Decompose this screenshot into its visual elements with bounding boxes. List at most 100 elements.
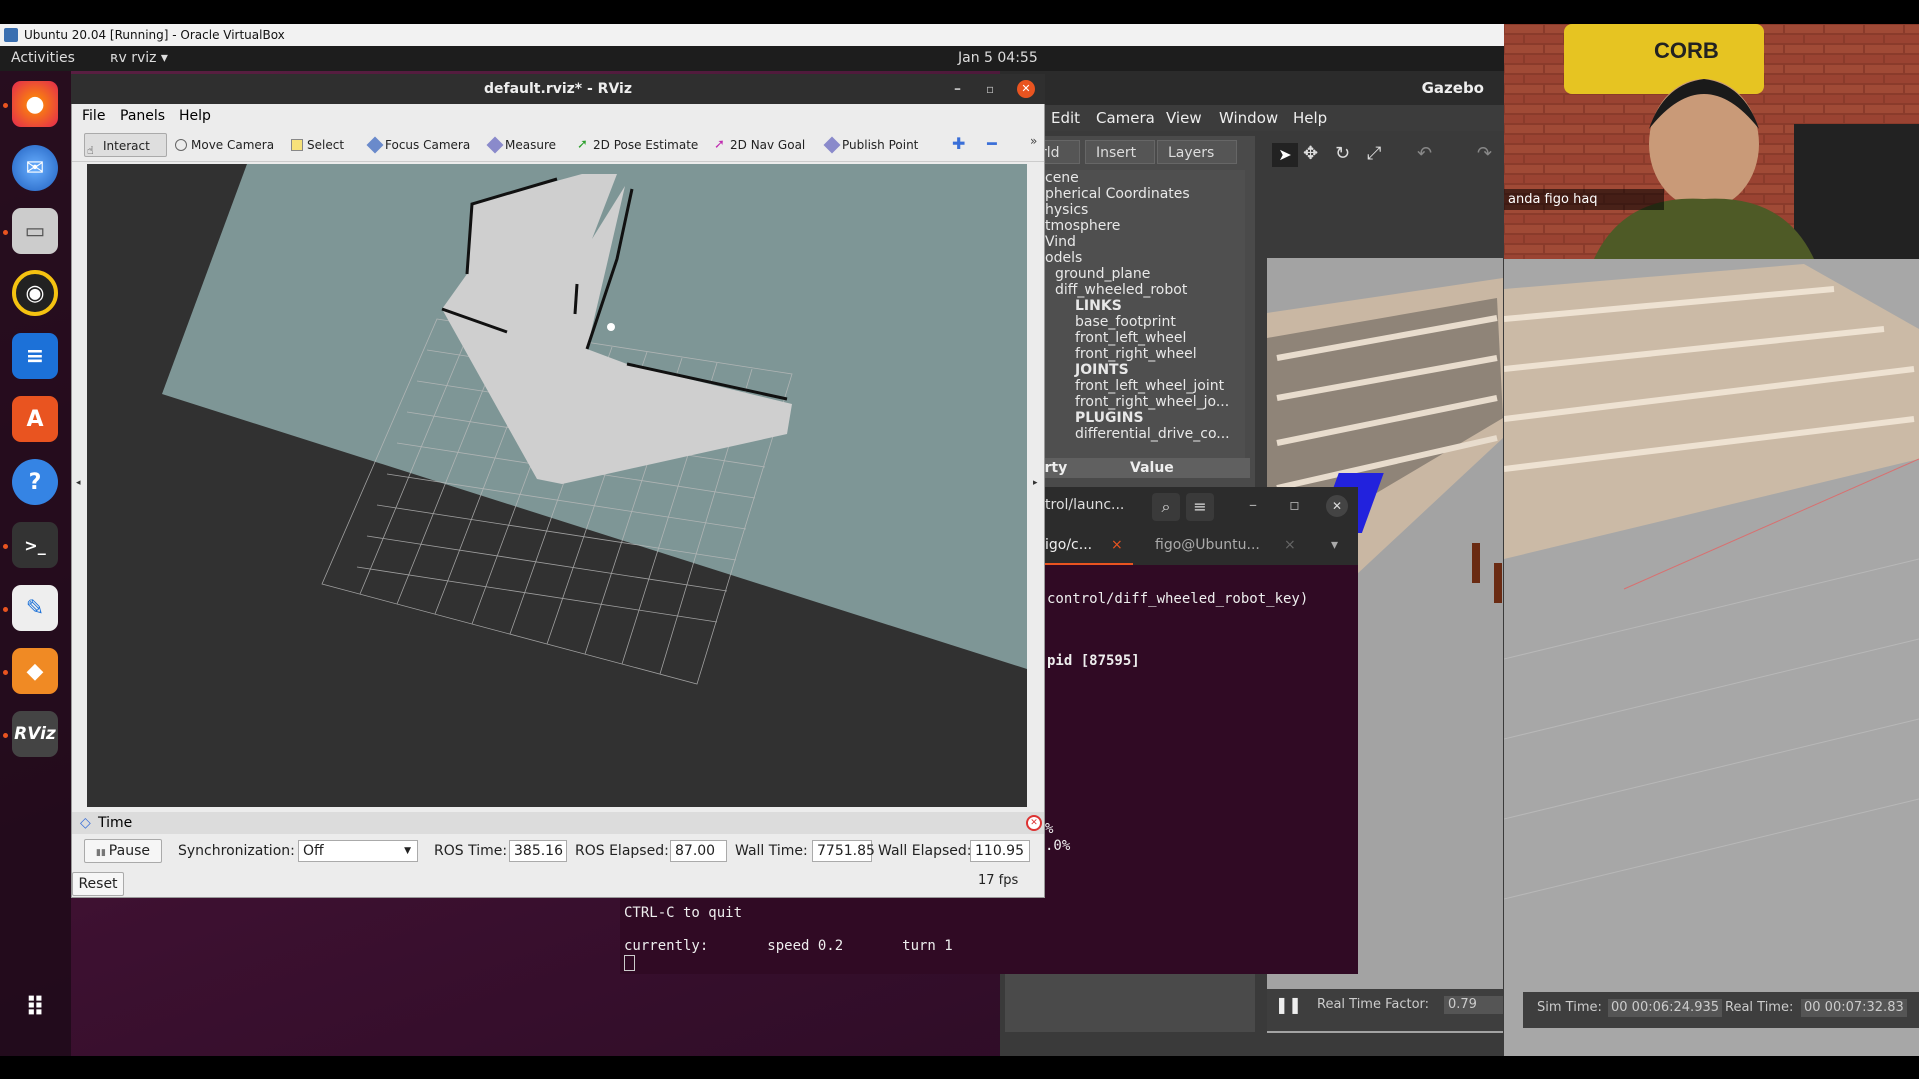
gazebo-menu-camera[interactable]: Camera [1096, 105, 1155, 131]
tree-item[interactable]: front_right_wheel [1030, 346, 1245, 362]
tree-item[interactable]: base_footprint [1030, 314, 1245, 330]
redo-icon[interactable]: ↷ [1477, 143, 1492, 164]
help-icon[interactable]: ? [12, 459, 58, 505]
scale-mode-icon[interactable]: ⤢ [1367, 143, 1381, 164]
rviz-3d-view[interactable] [87, 164, 1027, 807]
clock[interactable]: Jan 5 04:55 [958, 46, 1038, 71]
files-icon[interactable]: ▭ [12, 208, 58, 254]
value-column: Value [1130, 460, 1174, 476]
rviz-app-menu[interactable]: ʀᴠ rviz ▾ [110, 46, 168, 71]
reset-button[interactable]: Reset [72, 872, 124, 896]
tree-item[interactable]: diff_wheeled_robot [1030, 282, 1245, 298]
tree-item[interactable]: hysics [1030, 202, 1245, 218]
tool-interact[interactable]: ☝ Interact [84, 133, 167, 157]
thunderbird-icon[interactable]: ✉ [12, 145, 58, 191]
virtualbox-icon [4, 28, 18, 42]
collapse-right-icon[interactable]: ▸ [1033, 478, 1038, 488]
rviz-icon[interactable]: RViz [12, 711, 58, 757]
undo-icon[interactable]: ↶ [1417, 143, 1432, 164]
close-panel-icon[interactable]: ✕ [1026, 815, 1042, 831]
tab-layers[interactable]: Layers [1157, 140, 1237, 164]
property-header: erty Value [1035, 458, 1250, 478]
menu-panels[interactable]: Panels [120, 104, 165, 128]
webcam-overlay: CORB anda figo haq [1504, 24, 1919, 259]
tool-label: Interact [103, 139, 150, 153]
text-editor-icon[interactable]: ✎ [12, 585, 58, 631]
tool-label: Focus Camera [385, 138, 471, 152]
terminal-tab[interactable]: figo@Ubuntu... [1155, 537, 1260, 553]
gazebo-menu-help[interactable]: Help [1293, 105, 1327, 131]
real-time-value: 00 00:07:32.83 [1801, 999, 1907, 1017]
tool-select[interactable]: Select [289, 133, 344, 157]
tree-item[interactable]: odels [1030, 250, 1245, 266]
publish-point-icon [823, 136, 841, 154]
toolbar-overflow-icon[interactable]: » [1030, 134, 1037, 148]
tree-item[interactable]: pherical Coordinates [1030, 186, 1245, 202]
activities-button[interactable]: Activities [11, 46, 75, 71]
tool-publish-point[interactable]: Publish Point [823, 133, 918, 157]
gazebo-icon[interactable]: ◆ [12, 648, 58, 694]
maximize-icon[interactable]: ▫ [1289, 495, 1300, 514]
rhythmbox-icon[interactable]: ◉ [12, 270, 58, 316]
ros-elapsed-field[interactable]: 87.00 [670, 840, 727, 862]
gazebo-world-tree: cene pherical Coordinates hysics tmosphe… [1030, 170, 1245, 460]
tree-item[interactable]: front_right_wheel_jo... [1030, 394, 1245, 410]
tab-close-icon[interactable]: × [1284, 537, 1296, 553]
firefox-icon[interactable]: ● [12, 81, 58, 127]
maximize-icon[interactable]: ▫ [986, 74, 994, 104]
tabs-dropdown-icon[interactable]: ▾ [1331, 537, 1338, 553]
wall-time-field[interactable]: 7751.85 [812, 840, 875, 862]
pause-label: Pause [108, 843, 150, 859]
add-tool-icon[interactable]: ✚ [952, 134, 965, 153]
gazebo-menu-edit[interactable]: Edit [1051, 105, 1080, 131]
tree-item[interactable]: Vind [1030, 234, 1245, 250]
current-speed-line: currently: speed 0.2 turn 1 [624, 938, 953, 954]
tool-move-camera[interactable]: Move Camera [173, 133, 274, 157]
tool-2d-pose-estimate[interactable]: ➚ 2D Pose Estimate [575, 133, 698, 157]
menu-help[interactable]: Help [179, 104, 211, 128]
pause-button[interactable]: ▮▮ Pause [84, 839, 162, 863]
tab-insert[interactable]: Insert [1085, 140, 1155, 164]
remove-tool-icon[interactable]: ━ [987, 134, 997, 153]
libreoffice-writer-icon[interactable]: ≡ [12, 333, 58, 379]
hamburger-menu-icon[interactable]: ≡ [1186, 493, 1214, 521]
select-mode-icon[interactable]: ➤ [1272, 143, 1298, 167]
tool-2d-nav-goal[interactable]: ➚ 2D Nav Goal [712, 133, 805, 157]
tree-item[interactable]: front_left_wheel_joint [1030, 378, 1245, 394]
collapse-left-icon[interactable]: ◂ [76, 478, 81, 488]
menu-file[interactable]: File [82, 104, 105, 128]
ros-time-field[interactable]: 385.16 [509, 840, 567, 862]
show-apps-icon[interactable]: ⠿ [12, 985, 58, 1031]
tree-item[interactable]: JOINTS [1030, 362, 1245, 378]
tree-item[interactable]: tmosphere [1030, 218, 1245, 234]
tree-item[interactable]: cene [1030, 170, 1245, 186]
tool-measure[interactable]: Measure [486, 133, 556, 157]
terminal-icon[interactable]: >_ [12, 522, 58, 568]
wall-elapsed-field[interactable]: 110.95 [970, 840, 1030, 862]
terminal-lower-region[interactable]: CTRL-C to quit currently: speed 0.2 turn… [620, 897, 1358, 974]
rtf-label: Real Time Factor: [1317, 997, 1430, 1012]
gazebo-menu-view[interactable]: View [1166, 105, 1202, 131]
gazebo-menu-window[interactable]: Window [1219, 105, 1278, 131]
tree-item[interactable]: LINKS [1030, 298, 1245, 314]
rotate-mode-icon[interactable]: ↻ [1335, 143, 1350, 164]
minimize-icon[interactable]: – [1249, 495, 1257, 514]
tree-item[interactable]: ground_plane [1030, 266, 1245, 282]
tool-label: Select [307, 138, 345, 152]
tool-focus-camera[interactable]: Focus Camera [366, 133, 471, 157]
search-icon[interactable]: ⌕ [1152, 493, 1180, 521]
tree-item[interactable]: front_left_wheel [1030, 330, 1245, 346]
close-icon[interactable]: ✕ [1017, 80, 1035, 98]
tree-item[interactable]: differential_drive_co... [1030, 426, 1245, 442]
tree-item[interactable]: PLUGINS [1030, 410, 1245, 426]
software-center-icon[interactable]: A [12, 396, 58, 442]
minimize-icon[interactable]: – [954, 74, 961, 104]
pause-icon[interactable]: ❚❚ [1275, 989, 1302, 1021]
terminal-tab[interactable]: igo/c... [1045, 537, 1092, 553]
translate-mode-icon[interactable]: ✥ [1303, 143, 1318, 164]
fps-readout: 17 fps [978, 873, 1019, 888]
tab-close-icon[interactable]: × [1111, 537, 1123, 553]
tool-label: 2D Nav Goal [730, 138, 806, 152]
sync-select[interactable]: Off ▼ [298, 840, 418, 862]
close-icon[interactable]: ✕ [1326, 495, 1348, 517]
